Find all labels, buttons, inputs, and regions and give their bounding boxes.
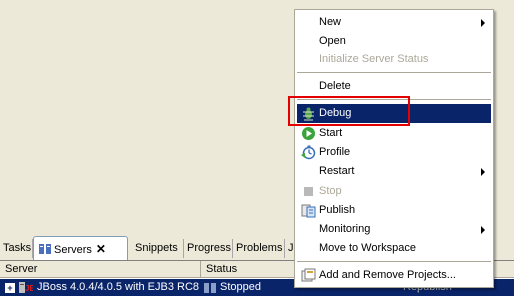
menu-separator <box>297 72 491 73</box>
column-header-status-label: Status <box>206 263 238 275</box>
menu-item-profile-label: Profile <box>319 146 351 158</box>
menu-item-open[interactable]: Open <box>297 32 491 51</box>
menu-item-stop-label: Stop <box>319 185 342 197</box>
menu-item-new[interactable]: New <box>297 13 491 32</box>
publish-icon <box>301 204 316 218</box>
column-header-server-label: Server <box>5 263 38 275</box>
menu-item-add-remove-projects[interactable]: Add and Remove Projects... <box>297 266 491 285</box>
menu-item-monitoring-label: Monitoring <box>319 223 371 235</box>
add-remove-projects-icon <box>301 268 316 282</box>
submenu-arrow-icon <box>481 168 485 176</box>
menu-item-restart[interactable]: Restart <box>297 162 491 181</box>
server-context-menu: New Open Initialize Server Status Delete… <box>294 9 494 288</box>
menu-item-start[interactable]: Start <box>297 124 491 143</box>
tab-servers-label: Servers <box>54 244 92 256</box>
start-icon <box>302 127 315 140</box>
menu-item-open-label: Open <box>319 35 346 47</box>
tab-progress-label: Progress <box>187 242 232 254</box>
tab-tasks-label: Tasks <box>3 242 32 254</box>
menu-item-start-label: Start <box>319 127 343 139</box>
menu-item-initialize-server-status[interactable]: Initialize Server Status <box>297 50 491 69</box>
submenu-arrow-icon <box>481 19 485 27</box>
servers-icon <box>39 244 51 254</box>
menu-item-move-label: Move to Workspace <box>319 242 417 254</box>
menu-item-publish-label: Publish <box>319 204 356 216</box>
menu-item-add-remove-label: Add and Remove Projects... <box>319 269 456 281</box>
stop-icon <box>304 187 313 196</box>
tab-problems-label: Problems <box>236 242 283 254</box>
submenu-arrow-icon <box>481 226 485 234</box>
menu-item-new-label: New <box>319 16 342 28</box>
menu-item-profile[interactable]: Profile <box>297 143 491 162</box>
tab-snippets-label: Snippets <box>135 242 178 254</box>
server-status: Stopped <box>220 281 261 293</box>
profile-icon <box>301 145 316 160</box>
menu-item-delete-label: Delete <box>319 80 351 92</box>
menu-item-restart-label: Restart <box>319 165 355 177</box>
menu-item-move-to-workspace[interactable]: Move to Workspace <box>297 239 491 258</box>
menu-item-publish[interactable]: Publish <box>297 201 491 220</box>
tab-progress[interactable]: Progress <box>184 239 233 258</box>
svg-text:JB: JB <box>25 284 33 293</box>
expand-icon[interactable]: + <box>5 283 15 293</box>
column-header-server[interactable]: Server <box>0 261 201 277</box>
tab-problems[interactable]: Problems <box>233 239 285 258</box>
tab-tasks[interactable]: Tasks <box>0 239 33 258</box>
menu-item-monitoring[interactable]: Monitoring <box>297 220 491 239</box>
close-icon[interactable]: ✕ <box>96 237 106 261</box>
tab-servers[interactable]: Servers ✕ <box>33 236 128 260</box>
annotation-highlight-box <box>288 96 410 126</box>
menu-item-delete[interactable]: Delete <box>297 77 491 96</box>
jboss-server-icon: JB <box>19 282 33 293</box>
menu-item-initialize-label: Initialize Server Status <box>319 53 429 65</box>
tab-snippets[interactable]: Snippets <box>132 239 184 258</box>
menu-item-stop[interactable]: Stop <box>297 182 491 201</box>
server-name: JBoss 4.0.4/4.0.5 with EJB3 RC8 <box>37 281 200 293</box>
stopped-status-icon <box>204 283 216 293</box>
menu-separator <box>297 261 491 262</box>
